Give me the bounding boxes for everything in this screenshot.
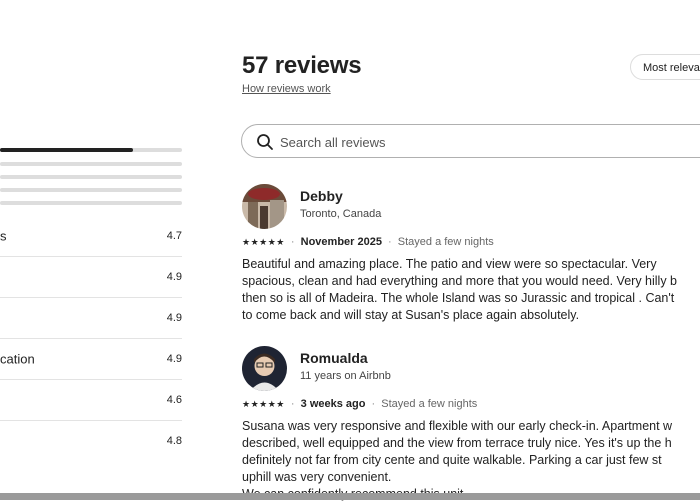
- category-row: s 4.7: [0, 216, 182, 257]
- stay-length: Stayed a few nights: [397, 236, 494, 248]
- category-row: 4.9: [0, 298, 182, 339]
- review-date: 3 weeks ago: [300, 398, 366, 410]
- category-row: 4.8: [0, 421, 182, 461]
- search-icon: [257, 134, 273, 150]
- category-name: cation: [0, 351, 35, 367]
- review-card: Romualda 11 years on Airbnb ★★★★★ · 3 we…: [242, 346, 700, 501]
- category-score: 4.7: [166, 230, 182, 242]
- category-row: 4.6: [0, 380, 182, 421]
- reviewer-name[interactable]: Romualda: [300, 350, 368, 366]
- category-row: cation 4.9: [0, 339, 182, 380]
- rating-bar-2: [0, 188, 182, 192]
- review-text: Susana was very responsive and flexible …: [242, 419, 673, 501]
- category-score: 4.9: [166, 353, 182, 365]
- reviews-count-title: 57 reviews: [242, 52, 362, 79]
- reviewer-location: Toronto, Canada: [300, 208, 382, 220]
- rating-breakdown-panel: s 4.7 4.9 4.9 cation 4.9 4.6 4.8: [0, 0, 183, 500]
- category-score: 4.6: [166, 394, 182, 406]
- bottom-scroll-edge: [0, 493, 700, 500]
- rating-bar-3: [0, 175, 182, 179]
- sort-dropdown-button[interactable]: Most releva: [630, 54, 700, 80]
- rating-bar-1: [0, 201, 182, 205]
- star-rating: ★★★★★: [242, 237, 285, 247]
- how-reviews-work-link[interactable]: How reviews work: [242, 83, 331, 95]
- review-text: Beautiful and amazing place. The patio a…: [242, 257, 677, 322]
- rating-bar-4: [0, 162, 182, 166]
- avatar-photo: [242, 346, 287, 391]
- avatar[interactable]: [242, 184, 287, 229]
- avatar-photo: [242, 184, 287, 229]
- avatar[interactable]: [242, 346, 287, 391]
- rating-bar-5: [0, 148, 182, 152]
- review-card: Debby Toronto, Canada ★★★★★ · November 2…: [242, 184, 700, 324]
- separator-dot: ·: [388, 236, 392, 248]
- review-date: November 2025: [300, 236, 382, 248]
- reviewer-name[interactable]: Debby: [300, 188, 343, 204]
- search-reviews-box[interactable]: [241, 124, 700, 159]
- review-meta: ★★★★★ · 3 weeks ago · Stayed a few night…: [242, 398, 477, 410]
- category-row: 4.9: [0, 257, 182, 298]
- separator-dot: ·: [290, 398, 295, 410]
- stay-length: Stayed a few nights: [381, 398, 478, 410]
- category-score: 4.9: [166, 271, 182, 283]
- separator-dot: ·: [290, 236, 295, 248]
- category-score: 4.8: [166, 435, 182, 447]
- separator-dot: ·: [371, 398, 376, 410]
- search-input[interactable]: [278, 125, 700, 159]
- category-name: s: [0, 228, 7, 244]
- category-score: 4.9: [166, 312, 182, 324]
- star-rating: ★★★★★: [242, 399, 285, 409]
- rating-bar-fill: [0, 148, 133, 152]
- review-meta: ★★★★★ · November 2025 · Stayed a few nig…: [242, 236, 494, 248]
- reviewer-tenure: 11 years on Airbnb: [300, 370, 391, 382]
